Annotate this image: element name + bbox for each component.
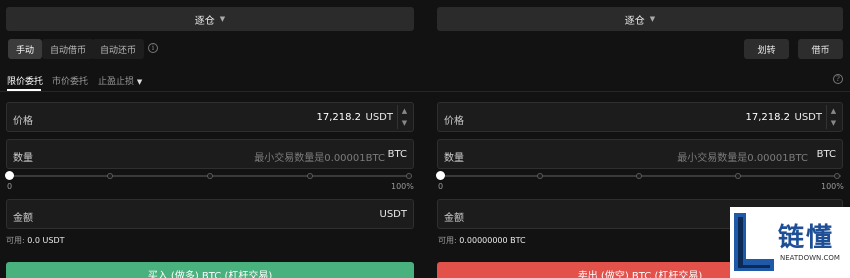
mode-tab-auto-repay-label: 自动还币 (100, 45, 137, 56)
tab-stop-profit-loss-label: 止盈止损 (98, 77, 135, 87)
chevron-down-icon: ▼ (136, 78, 143, 86)
transfer-button-label: 划转 (757, 45, 776, 56)
watermark-logo: 链懂 NEATDOWN.COM (730, 207, 850, 278)
slider-max-label: 100% (391, 182, 414, 191)
decrement-icon[interactable]: ▼ (827, 117, 840, 129)
mode-tab-auto-borrow-label: 自动借币 (50, 45, 87, 56)
buy-long-button-label: 买入 (做多) BTC (杠杆交易) (147, 271, 273, 278)
increment-icon[interactable]: ▲ (398, 105, 411, 117)
decrement-icon[interactable]: ▼ (398, 117, 411, 129)
slider-min-label: 0 (7, 182, 13, 191)
chevron-down-icon: ▼ (649, 15, 656, 23)
slider-step-50[interactable] (207, 173, 213, 179)
left-amount-field[interactable]: 金额 USDT (6, 199, 414, 229)
tab-limit-order-label: 限价委托 (7, 77, 44, 87)
right-available-balance: 可用: 0.00000000 BTC (438, 235, 526, 246)
tab-market-order-label: 市价委托 (52, 77, 89, 87)
slider-step-50[interactable] (636, 173, 642, 179)
slider-step-25[interactable] (107, 173, 113, 179)
tab-market-order[interactable]: 市价委托 (52, 74, 88, 87)
quantity-label: 数量 (444, 153, 464, 164)
slider-handle[interactable] (5, 171, 14, 180)
watermark-url: NEATDOWN.COM (780, 254, 840, 262)
borrow-button-label: 借币 (811, 45, 830, 56)
price-unit: USDT (794, 112, 822, 123)
mode-tab-auto-borrow[interactable]: 自动借币 (42, 39, 95, 59)
amount-unit: USDT (379, 209, 407, 220)
available-label: 可用: (6, 236, 25, 245)
price-value: 17,218.2 (316, 112, 361, 123)
tab-stop-profit-loss[interactable]: 止盈止损 ▼ (98, 74, 142, 87)
left-price-field[interactable]: 价格 17,218.2 USDT ▲ ▼ (6, 102, 414, 132)
mode-info-icon[interactable]: i (148, 43, 158, 53)
sell-short-button-label: 卖出 (做空) BTC (杠杆交易) (577, 271, 703, 278)
tab-limit-order[interactable]: 限价委托 (7, 74, 43, 87)
price-label: 价格 (444, 116, 464, 127)
price-stepper[interactable]: ▲ ▼ (826, 105, 840, 129)
quantity-placeholder: 最小交易数量是0.00001BTC (677, 153, 808, 164)
mode-tab-manual-label: 手动 (16, 45, 35, 56)
borrow-button[interactable]: 借币 (798, 39, 843, 59)
slider-step-75[interactable] (735, 173, 741, 179)
left-quantity-field[interactable]: 数量 最小交易数量是0.00001BTC BTC (6, 139, 414, 169)
buy-long-button[interactable]: 买入 (做多) BTC (杠杆交易) (6, 262, 414, 278)
quantity-unit: BTC (816, 149, 836, 160)
watermark-brand: 链懂 (778, 223, 835, 253)
right-price-field[interactable]: 价格 17,218.2 USDT ▲ ▼ (437, 102, 843, 132)
slider-step-100[interactable] (406, 173, 412, 179)
slider-max-label: 100% (821, 182, 844, 191)
price-unit: USDT (365, 112, 393, 123)
quantity-unit: BTC (387, 149, 407, 160)
available-value: 0.00000000 BTC (459, 236, 526, 245)
available-value: 0.0 USDT (27, 236, 65, 245)
right-margin-mode-label: 逐仓 (624, 15, 645, 27)
slider-step-25[interactable] (537, 173, 543, 179)
right-margin-mode-dropdown[interactable]: 逐仓 ▼ (437, 7, 843, 31)
increment-icon[interactable]: ▲ (827, 105, 840, 117)
price-value: 17,218.2 (745, 112, 790, 123)
chevron-down-icon: ▼ (219, 15, 226, 23)
left-margin-mode-label: 逐仓 (194, 15, 215, 27)
order-tabs-divider (0, 91, 850, 92)
quantity-label: 数量 (13, 153, 33, 164)
right-quantity-field[interactable]: 数量 最小交易数量是0.00001BTC BTC (437, 139, 843, 169)
price-stepper[interactable]: ▲ ▼ (397, 105, 411, 129)
amount-label: 金额 (13, 213, 33, 224)
left-available-balance: 可用: 0.0 USDT (6, 235, 65, 246)
slider-step-75[interactable] (307, 173, 313, 179)
help-icon[interactable]: ? (833, 74, 843, 84)
slider-min-label: 0 (438, 182, 444, 191)
mode-tab-manual[interactable]: 手动 (8, 39, 43, 59)
left-margin-mode-dropdown[interactable]: 逐仓 ▼ (6, 7, 414, 31)
available-label: 可用: (438, 236, 457, 245)
mode-tab-auto-repay[interactable]: 自动还币 (92, 39, 145, 59)
price-label: 价格 (13, 116, 33, 127)
amount-label: 金额 (444, 213, 464, 224)
slider-step-100[interactable] (834, 173, 840, 179)
slider-handle[interactable] (436, 171, 445, 180)
quantity-placeholder: 最小交易数量是0.00001BTC (254, 153, 385, 164)
transfer-button[interactable]: 划转 (744, 39, 789, 59)
